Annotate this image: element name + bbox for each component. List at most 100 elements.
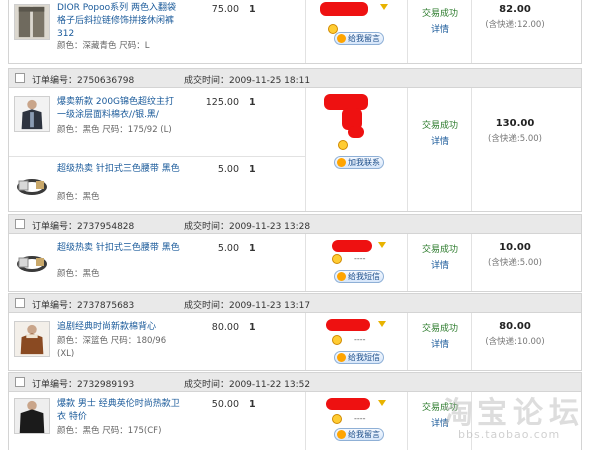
unit-price: 75.00 <box>211 4 239 15</box>
order-time: 成交时间：2009-11-25 18:11 <box>184 76 311 86</box>
flag-icon[interactable] <box>378 400 386 406</box>
flag-icon[interactable] <box>378 321 386 327</box>
product-title-link[interactable]: 追剧经典时尚新款棉背心 <box>57 321 182 334</box>
product-thumbnail-jacket[interactable] <box>14 96 50 132</box>
product-thumbnail-belt[interactable] <box>14 167 50 203</box>
unit-price: 50.00 <box>211 399 239 410</box>
order-block: 订单编号：2750636798 成交时间：2009-11-25 18:11 爆卖… <box>8 68 582 212</box>
order-number: 订单编号：2732989193 <box>32 380 135 390</box>
seller-cell: ---- 给我留言 <box>314 398 404 448</box>
order-item: 爆卖新款 200G锦色超纹主打一级涂层面料棉衣//银.黑/ 颜色：黑色 尺码：1… <box>9 88 305 156</box>
unit-price: 5.00 <box>217 164 239 175</box>
column-divider <box>471 313 472 370</box>
leave-message-label: 给我留言 <box>348 34 380 43</box>
product-attributes: 颜色：黑色 <box>57 192 100 202</box>
detail-link[interactable]: 详情 <box>416 258 464 271</box>
order-body: 追剧经典时尚新款棉背心 颜色：深篮色 尺码：180/96 (XL) 80.00 … <box>8 313 582 371</box>
quantity: 1 <box>249 97 256 108</box>
seller-cell: 加我联系 <box>314 94 404 174</box>
product-thumbnail-sweater[interactable] <box>14 398 50 434</box>
total-cell: 80.00 (含快递:10.00) <box>475 321 555 347</box>
detail-link[interactable]: 详情 <box>416 337 464 350</box>
leave-message-button[interactable]: 给我留言 <box>334 32 384 45</box>
order-select-checkbox[interactable] <box>15 377 25 387</box>
watermark-char: 论 <box>513 396 543 431</box>
column-divider <box>407 88 408 211</box>
unit-price: 125.00 <box>205 97 239 108</box>
order-list-page: DIOR Popoo系列 两色入翻袋格子后斜拉链修饰拼接休闲裤312 颜色：深藏… <box>0 0 590 450</box>
column-divider <box>305 88 306 211</box>
detail-link[interactable]: 详情 <box>416 22 464 35</box>
seller-cell: 给我留言 <box>314 2 404 62</box>
order-select-checkbox[interactable] <box>15 73 25 83</box>
total-amount: 80.00 <box>499 321 531 332</box>
status-cell: 交易成功 详情 <box>416 118 464 147</box>
add-contact-label: 加我联系 <box>348 158 380 167</box>
quantity: 1 <box>249 243 256 254</box>
order-number: 订单编号：2750636798 <box>32 76 135 86</box>
order-header: 订单编号：2750636798 成交时间：2009-11-25 18:11 <box>8 68 582 88</box>
column-divider <box>305 313 306 370</box>
shipping-fee: (含快递:5.00) <box>488 258 542 268</box>
add-contact-button[interactable]: 加我联系 <box>334 156 384 169</box>
order-select-checkbox[interactable] <box>15 298 25 308</box>
total-cell: 130.00 (含快递:5.00) <box>475 118 555 144</box>
order-item: 超级热卖 针扣式三色腰带 黑色 颜色：黑色 5.00 1 <box>9 156 305 212</box>
product-title-link[interactable]: 爆卖新款 200G锦色超纹主打一级涂层面料棉衣//银.黑/ <box>57 96 182 122</box>
order-item: DIOR Popoo系列 两色入翻袋格子后斜拉链修饰拼接休闲裤312 颜色：深藏… <box>9 0 305 64</box>
watermark-char: 淘 <box>443 396 473 431</box>
total-cell: 10.00 (含快递:5.00) <box>475 242 555 268</box>
column-divider <box>305 392 306 450</box>
wangwang-icon[interactable] <box>338 140 348 150</box>
trade-status: 交易成功 <box>421 324 458 334</box>
order-time: 成交时间：2009-11-23 13:17 <box>184 301 311 311</box>
product-thumbnail-vest[interactable] <box>14 321 50 357</box>
product-attributes: 颜色：黑色 <box>57 269 100 279</box>
order-body: DIOR Popoo系列 两色入翻袋格子后斜拉链修饰拼接休闲裤312 颜色：深藏… <box>8 0 582 64</box>
product-thumbnail-belt[interactable] <box>14 244 50 280</box>
status-cell: 交易成功 详情 <box>416 242 464 271</box>
seller-name-redacted[interactable] <box>326 398 370 410</box>
quantity: 1 <box>249 322 256 333</box>
trade-status: 交易成功 <box>421 121 458 131</box>
chat-bubble-icon <box>337 430 346 439</box>
order-time: 成交时间：2009-11-23 13:28 <box>184 222 311 232</box>
watermark-url: bbs.taobao.com <box>458 428 561 441</box>
total-amount: 10.00 <box>499 242 531 253</box>
order-time: 成交时间：2009-11-22 13:52 <box>184 380 311 390</box>
leave-message-button[interactable]: 给我留言 <box>334 428 384 441</box>
product-title-link[interactable]: 超级热卖 针扣式三色腰带 黑色 <box>57 163 182 176</box>
wangwang-icon[interactable] <box>332 335 342 345</box>
seller-name-redacted[interactable] <box>320 2 368 16</box>
send-sms-button[interactable]: 给我短信 <box>334 351 384 364</box>
column-divider <box>407 392 408 450</box>
status-cell: 交易成功 详情 <box>416 6 464 35</box>
wangwang-icon[interactable] <box>332 414 342 424</box>
order-select-checkbox[interactable] <box>15 219 25 229</box>
column-divider <box>407 234 408 291</box>
product-title-link[interactable]: DIOR Popoo系列 两色入翻袋格子后斜拉链修饰拼接休闲裤312 <box>57 2 182 41</box>
detail-link[interactable]: 详情 <box>416 134 464 147</box>
total-cell: 82.00 (含快递:12.00) <box>475 4 555 30</box>
product-thumbnail-pants[interactable] <box>14 4 50 40</box>
seller-name-redacted[interactable] <box>326 319 370 331</box>
seller-name-redacted[interactable] <box>332 240 372 252</box>
flag-icon[interactable] <box>380 4 388 10</box>
column-divider <box>471 88 472 211</box>
shipping-fee: (含快递:5.00) <box>488 134 542 144</box>
shipping-fee: (含快递:12.00) <box>485 20 545 30</box>
order-block: DIOR Popoo系列 两色入翻袋格子后斜拉链修饰拼接休闲裤312 颜色：深藏… <box>8 0 582 64</box>
product-title-link[interactable]: 超级热卖 针扣式三色腰带 黑色 <box>57 242 182 255</box>
seller-name-redacted <box>348 126 364 138</box>
quantity: 1 <box>249 4 256 15</box>
watermark-char: 坛 <box>549 396 579 431</box>
wangwang-icon[interactable] <box>332 254 342 264</box>
total-amount: 82.00 <box>499 4 531 15</box>
seller-dash: ---- <box>354 414 366 423</box>
total-amount: 130.00 <box>495 118 535 129</box>
seller-cell: ---- 给我短信 <box>314 319 404 367</box>
product-title-link[interactable]: 爆款 男士 经典英伦时尚热款卫衣 特价 <box>57 398 182 424</box>
flag-icon[interactable] <box>378 242 386 248</box>
order-header: 订单编号：2737954828 成交时间：2009-11-23 13:28 <box>8 214 582 234</box>
send-sms-button[interactable]: 给我短信 <box>334 270 384 283</box>
